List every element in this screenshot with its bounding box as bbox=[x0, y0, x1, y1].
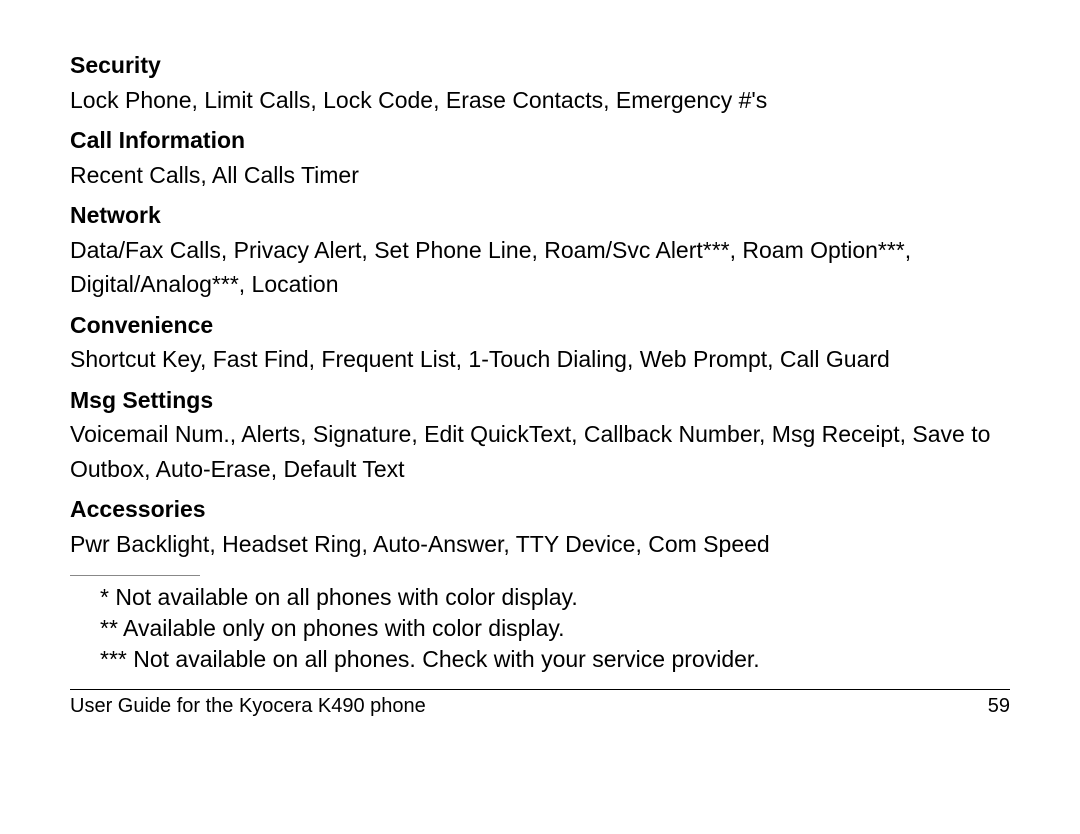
body-msg-settings: Voicemail Num., Alerts, Signature, Edit … bbox=[70, 417, 1010, 486]
footnote-2: ** Available only on phones with color d… bbox=[100, 613, 1010, 644]
page-number: 59 bbox=[988, 692, 1010, 720]
page: Security Lock Phone, Limit Calls, Lock C… bbox=[0, 0, 1080, 834]
body-accessories: Pwr Backlight, Headset Ring, Auto-Answer… bbox=[70, 527, 1010, 562]
heading-security: Security bbox=[70, 48, 1010, 83]
footer: User Guide for the Kyocera K490 phone 59 bbox=[70, 692, 1010, 720]
heading-msg-settings: Msg Settings bbox=[70, 383, 1010, 418]
body-network: Data/Fax Calls, Privacy Alert, Set Phone… bbox=[70, 233, 1010, 302]
body-convenience: Shortcut Key, Fast Find, Frequent List, … bbox=[70, 342, 1010, 377]
footnote-1: * Not available on all phones with color… bbox=[100, 582, 1010, 613]
body-call-information: Recent Calls, All Calls Timer bbox=[70, 158, 1010, 193]
body-security: Lock Phone, Limit Calls, Lock Code, Eras… bbox=[70, 83, 1010, 118]
heading-convenience: Convenience bbox=[70, 308, 1010, 343]
footnote-3: *** Not available on all phones. Check w… bbox=[100, 644, 1010, 675]
footnotes: * Not available on all phones with color… bbox=[70, 582, 1010, 675]
footer-title: User Guide for the Kyocera K490 phone bbox=[70, 692, 426, 720]
footer-rule bbox=[70, 689, 1010, 690]
heading-accessories: Accessories bbox=[70, 492, 1010, 527]
heading-call-information: Call Information bbox=[70, 123, 1010, 158]
heading-network: Network bbox=[70, 198, 1010, 233]
footnote-rule bbox=[70, 575, 200, 576]
